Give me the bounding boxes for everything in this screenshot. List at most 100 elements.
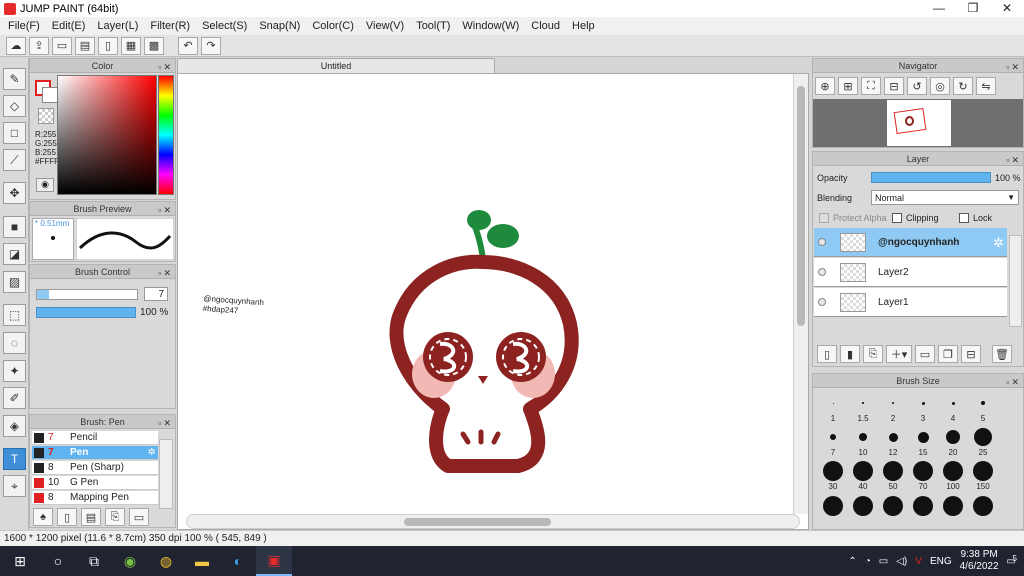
share-icon[interactable]: ⇪ [29,36,49,55]
redo-icon[interactable]: ↷ [201,36,221,55]
brush-item-mapping-pen[interactable]: 8 Mapping Pen [32,491,158,505]
menu-select[interactable]: Select(S) [196,20,253,32]
folder-icon[interactable]: ▭ [915,345,935,363]
brush-size-slider[interactable] [36,289,138,300]
brush-opacity-slider[interactable] [36,307,136,318]
new-brush-icon[interactable]: ▯ [57,508,77,526]
brush-item-pencil[interactable]: 7 Pencil [32,431,158,445]
pages-icon[interactable]: ▦ [121,36,141,55]
maximize-button[interactable]: ❐ [956,0,990,17]
network-icon[interactable]: ◔ [865,556,871,567]
zoom-in-icon[interactable]: ⊞ [838,77,858,95]
gear-icon[interactable]: ✲ [993,235,1004,251]
line-icon[interactable]: ⟋ [3,149,26,171]
background-color-swatch[interactable] [42,87,58,103]
brush-size-option[interactable]: 25 [968,426,998,460]
chrome-icon[interactable]: ◍ [148,546,184,576]
minimize-button[interactable]: — [922,0,956,17]
canvas-horizontal-scrollbar[interactable] [186,514,800,529]
menu-window[interactable]: Window(W) [456,20,525,32]
notification-icon[interactable]: ▭ 5 [1007,554,1017,567]
lock-checkbox[interactable] [959,213,969,223]
lasso-icon[interactable]: ◌ [3,332,26,354]
menu-layer[interactable]: Layer(L) [91,20,144,32]
app-icon[interactable]: ◉ [112,546,148,576]
brush-size-option[interactable]: 2 [878,392,908,426]
folder-icon[interactable]: ▭ [129,508,149,526]
brush-size-dot[interactable] [823,496,843,516]
edge-icon[interactable]: ◐ [220,546,256,576]
brush-item-pen-sharp[interactable]: 8 Pen (Sharp) [32,461,158,475]
brush-menu-icon[interactable]: ▤ [81,508,101,526]
rotate-left-icon[interactable]: ↺ [907,77,927,95]
brush-size-dot[interactable] [943,496,963,516]
navigator-view[interactable] [813,99,1023,147]
brush-list-scrollbar[interactable] [159,439,173,509]
flip-icon[interactable]: ⇋ [976,77,996,95]
jump-paint-taskbar-icon[interactable]: ▣ [256,546,292,576]
windows-start-icon[interactable]: ⊞ [0,546,40,576]
layer-list-scrollbar[interactable] [1009,235,1022,327]
reset-rotation-icon[interactable]: ◎ [930,77,950,95]
bucket-icon[interactable]: ◪ [3,243,26,265]
canvas-vertical-scrollbar[interactable] [793,74,808,514]
select-pen-icon[interactable]: ✐ [3,387,26,409]
duplicate-icon[interactable]: ❐ [938,345,958,363]
rectangle-icon[interactable]: □ [3,122,26,144]
brush-size-dot[interactable] [973,496,993,516]
protect-alpha-checkbox[interactable] [819,213,829,223]
blending-select[interactable]: Normal ▼ [871,190,1019,205]
select-eraser-icon[interactable]: ◈ [3,415,26,437]
brush-size-option[interactable]: 30 [818,460,848,494]
file-explorer-icon[interactable]: ▬ [184,546,220,576]
tab-untitled[interactable]: Untitled [177,58,495,73]
clock[interactable]: 9:38 PM 4/6/2022 [960,549,999,573]
brush-item-g-pen[interactable]: 10 G Pen [32,476,158,490]
menu-cloud[interactable]: Cloud [525,20,566,32]
layer-copy-icon[interactable]: ⎘ [863,345,883,363]
brush-size-dot[interactable] [883,496,903,516]
grid-icon[interactable]: ▩ [144,36,164,55]
brush-copy-icon[interactable]: ⎘ [105,508,125,526]
new-layer-alt-icon[interactable]: ▮ [840,345,860,363]
cloud-icon[interactable]: ☁ [6,36,26,55]
layer-item-layer1[interactable]: Layer1 [814,288,1007,317]
brush-size-option[interactable]: 4 [938,392,968,426]
gradient-icon[interactable]: ▨ [3,271,26,293]
task-view-icon[interactable]: ⧉ [76,546,112,576]
menu-snap[interactable]: Snap(N) [253,20,306,32]
close-button[interactable]: ✕ [990,0,1024,17]
add-layer-menu-icon[interactable]: ＋▾ [886,345,912,363]
brush-size-option[interactable]: 20 [938,426,968,460]
panel-icon[interactable]: ▤ [75,36,95,55]
rotate-right-icon[interactable]: ↻ [953,77,973,95]
brush-size-dot[interactable] [853,496,873,516]
zoom-icon[interactable]: ⊕ [815,77,835,95]
layer-item-ngocquynhanh[interactable]: @ngocquynhanh ✲ [814,228,1007,257]
brush-size-dot[interactable] [913,496,933,516]
hue-slider[interactable] [158,75,174,195]
fill-rect-icon[interactable]: ■ [3,216,26,238]
menu-edit[interactable]: Edit(E) [46,20,92,32]
select-rect-icon[interactable]: ⬚ [3,304,26,326]
brush-size-option[interactable]: 150 [968,460,998,494]
brush-size-option[interactable]: 40 [848,460,878,494]
fit-icon[interactable]: ⛶ [861,77,881,95]
search-icon[interactable]: ○ [40,546,76,576]
move-icon[interactable]: ✥ [3,182,26,204]
transparent-color-swatch[interactable] [38,108,54,124]
brush-icon[interactable]: ✎ [3,68,26,90]
brush-size-option[interactable]: 5 [968,392,998,426]
brush-size-option[interactable]: 100 [938,460,968,494]
menu-view[interactable]: View(V) [360,20,410,32]
page-icon[interactable]: ▯ [98,36,118,55]
menu-help[interactable]: Help [566,20,601,32]
menu-color[interactable]: Color(C) [306,20,360,32]
brush-size-field[interactable]: 7 [144,287,168,301]
brush-settings-icon[interactable]: ♠ [33,508,53,526]
undo-icon[interactable]: ↶ [178,36,198,55]
brush-size-option[interactable]: 15 [908,426,938,460]
eyedropper-icon[interactable]: ⌖ [3,475,26,497]
layer-opacity-slider[interactable] [871,172,991,183]
visibility-icon[interactable] [818,238,826,246]
